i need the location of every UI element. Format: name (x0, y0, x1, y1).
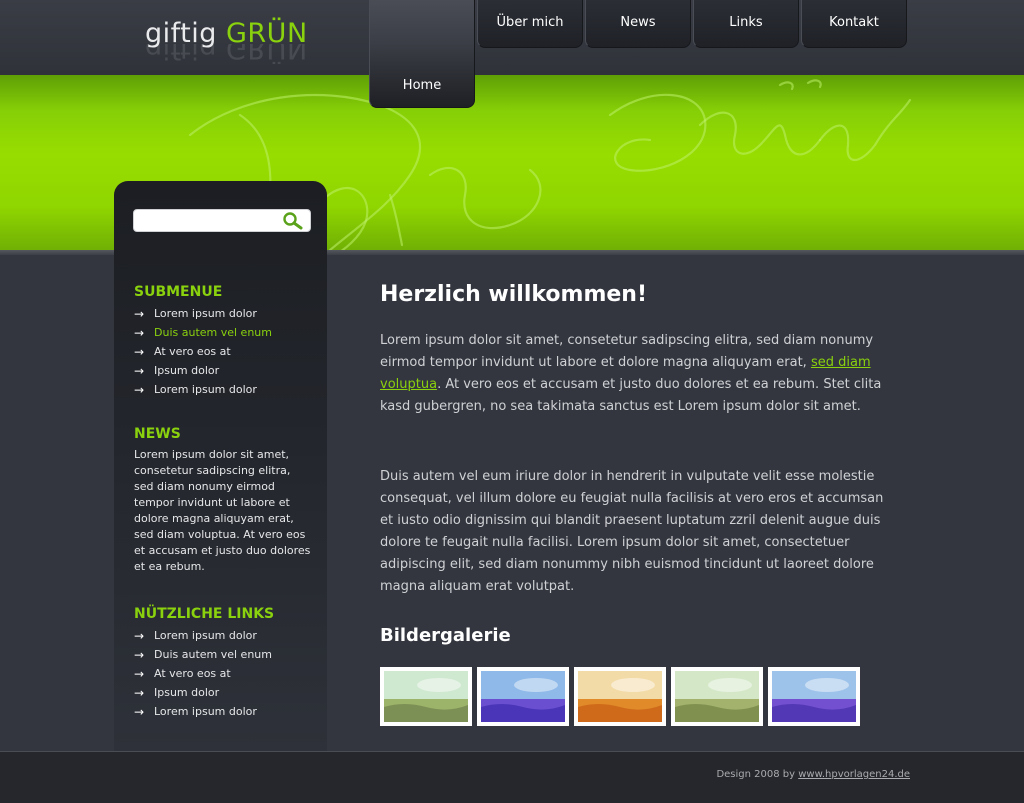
search-icon[interactable] (282, 212, 304, 230)
submenu-item-label: Duis autem vel enum (154, 326, 272, 339)
gallery-image (481, 671, 565, 722)
submenu-item[interactable]: → Ipsum dolor (134, 361, 272, 380)
link-item[interactable]: → At vero eos at (134, 664, 272, 683)
gallery-title: Bildergalerie (380, 625, 511, 646)
gallery-thumb-violet[interactable] (768, 667, 860, 726)
gallery-image (384, 671, 468, 722)
submenu-item-label: At vero eos at (154, 345, 231, 358)
footer: Design 2008 by www.hpvorlagen24.de (0, 751, 1024, 803)
submenu-item-active[interactable]: → Duis autem vel enum (134, 323, 272, 342)
link-item-label: At vero eos at (154, 667, 231, 680)
links-list: → Lorem ipsum dolor → Duis autem vel enum … (134, 626, 272, 721)
image-gallery (380, 667, 860, 726)
nav-tab-news[interactable]: News (585, 0, 691, 48)
arrow-right-icon: → (134, 382, 145, 397)
gallery-thumb-blue[interactable] (477, 667, 569, 726)
arrow-right-icon: → (134, 647, 145, 662)
logo-reflection: giftig GRÜN (145, 44, 308, 64)
gallery-image (675, 671, 759, 722)
arrow-right-icon: → (134, 344, 145, 359)
arrow-right-icon: → (134, 666, 145, 681)
arrow-right-icon: → (134, 628, 145, 643)
arrow-right-icon: → (134, 325, 145, 340)
gallery-thumb-green[interactable] (380, 667, 472, 726)
submenu-item-label: Ipsum dolor (154, 364, 220, 377)
link-item-label: Lorem ipsum dolor (154, 705, 257, 718)
intro-paragraph: Lorem ipsum dolor sit amet, consetetur s… (380, 333, 882, 414)
gallery-image (578, 671, 662, 722)
gallery-image (772, 671, 856, 722)
submenu-heading: SUBMENUE (134, 284, 223, 300)
nav-tab-label: Kontakt (829, 15, 879, 30)
link-item[interactable]: → Ipsum dolor (134, 683, 272, 702)
gallery-thumb-orange[interactable] (574, 667, 666, 726)
submenu-item[interactable]: → Lorem ipsum dolor (134, 380, 272, 399)
search-box (133, 209, 311, 232)
news-text: Lorem ipsum dolor sit amet, consetetur s… (134, 448, 311, 573)
nav-tab-ueber-mich[interactable]: Über mich (477, 0, 583, 48)
link-item-label: Ipsum dolor (154, 686, 220, 699)
link-item[interactable]: → Lorem ipsum dolor (134, 702, 272, 721)
submenu-item[interactable]: → Lorem ipsum dolor (134, 304, 272, 323)
news-heading: NEWS (134, 426, 181, 442)
nav-tab-kontakt[interactable]: Kontakt (801, 0, 907, 48)
submenu-item-label: Lorem ipsum dolor (154, 383, 257, 396)
body-paragraph: Duis autem vel eum iriure dolor in hendr… (380, 469, 884, 594)
nav-tab-label: News (620, 15, 656, 30)
footer-credit: Design 2008 by www.hpvorlagen24.de (716, 769, 910, 780)
link-item-label: Lorem ipsum dolor (154, 629, 257, 642)
footer-link[interactable]: www.hpvorlagen24.de (798, 769, 910, 780)
nav-tab-links[interactable]: Links (693, 0, 799, 48)
nav-tab-home-label: Home (402, 78, 442, 93)
page-title: Herzlich willkommen! (380, 282, 647, 307)
link-item[interactable]: → Lorem ipsum dolor (134, 626, 272, 645)
submenu-item[interactable]: → At vero eos at (134, 342, 272, 361)
link-item[interactable]: → Duis autem vel enum (134, 645, 272, 664)
arrow-right-icon: → (134, 685, 145, 700)
arrow-right-icon: → (134, 363, 145, 378)
submenu-list: → Lorem ipsum dolor → Duis autem vel enum … (134, 304, 272, 399)
nav-tab-label: Links (729, 15, 763, 30)
search-input[interactable] (140, 213, 278, 229)
arrow-right-icon: → (134, 306, 145, 321)
submenu-item-label: Lorem ipsum dolor (154, 307, 257, 320)
link-item-label: Duis autem vel enum (154, 648, 272, 661)
sidebar: SUBMENUE → Lorem ipsum dolor → Duis autem … (114, 181, 327, 751)
gallery-thumb-green-2[interactable] (671, 667, 763, 726)
links-heading: NÜTZLICHE LINKS (134, 606, 275, 622)
arrow-right-icon: → (134, 704, 145, 719)
nav-tab-home[interactable]: Home (369, 0, 475, 108)
nav-tab-label: Über mich (496, 15, 564, 30)
